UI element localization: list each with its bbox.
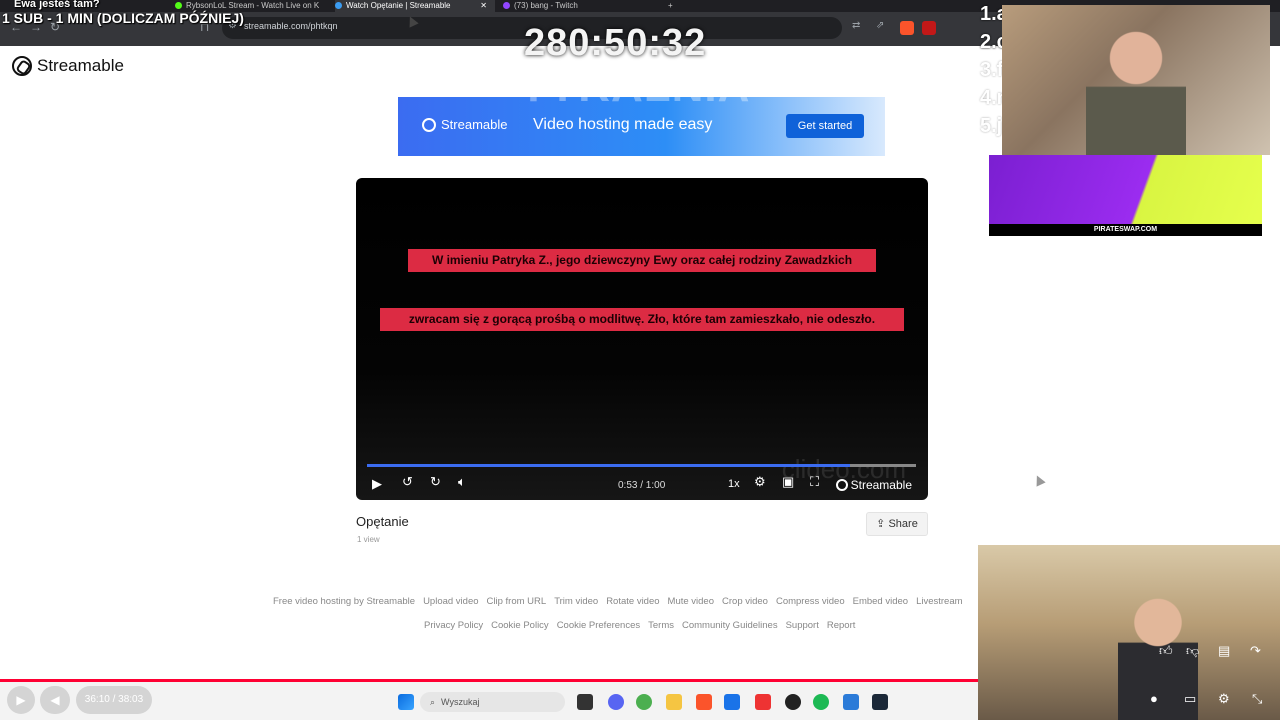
share-icon: ⇪	[876, 518, 889, 530]
captions-icon[interactable]: ▭	[1184, 691, 1196, 707]
footer-link[interactable]: Free video hosting by Streamable	[273, 596, 415, 607]
player-brand[interactable]: Streamable	[835, 478, 912, 492]
footer-link[interactable]: Clip from URL	[487, 596, 547, 607]
tab-twitch[interactable]: (73) bang - Twitch	[503, 0, 663, 12]
streamable-logo-icon	[422, 117, 436, 132]
close-tab-icon[interactable]: ✕	[480, 0, 487, 11]
notepad-icon[interactable]	[843, 694, 859, 710]
ad-footer-text: PIRATESWAP.COM	[989, 224, 1262, 236]
video-progress-fill	[367, 464, 851, 467]
volume-icon[interactable]: 🔈︎	[458, 474, 466, 490]
pip-icon[interactable]: ▣	[782, 474, 794, 490]
banner-tagline: Video hosting made easy	[533, 116, 713, 133]
task-view-icon[interactable]	[577, 694, 593, 710]
play-icon[interactable]: ▶	[372, 476, 382, 492]
windows-start-icon[interactable]	[398, 694, 414, 710]
video-player[interactable]: W imieniu Patryka Z., jego dziewczyny Ew…	[356, 178, 928, 500]
dislike-icon[interactable]: 👎︎	[1186, 643, 1199, 659]
brave-icon[interactable]	[696, 694, 712, 710]
search-icon: ⌕	[430, 697, 436, 707]
extension-icon[interactable]	[922, 21, 936, 35]
comment-icon[interactable]: ▤	[1218, 643, 1230, 659]
forward-10-icon[interactable]: ↻	[430, 474, 441, 490]
webcam-streamer	[1002, 5, 1270, 155]
streamer-person	[1086, 23, 1186, 155]
footer-link[interactable]: Mute video	[668, 596, 714, 607]
video-title: Opętanie	[356, 514, 409, 529]
tab-streamable[interactable]: Watch Opętanie | Streamable ✕	[335, 0, 495, 12]
webcam-reactor: 👍︎ 👎︎ ▤ ↷ ● ▭ ⚙ ⤡	[978, 545, 1280, 720]
fullscreen-icon[interactable]: ⛶	[810, 474, 819, 490]
chrome-icon[interactable]	[636, 694, 652, 710]
footer-link[interactable]: Crop video	[722, 596, 768, 607]
streamable-logo-icon	[835, 479, 848, 491]
footer-link[interactable]: Upload video	[423, 596, 478, 607]
share-button[interactable]: ⇪ Share	[866, 512, 928, 536]
alert-text: Ewa jesteś tam?	[14, 0, 100, 10]
spotify-icon[interactable]	[813, 694, 829, 710]
get-started-button[interactable]: Get started	[786, 114, 864, 138]
footer-link[interactable]: Rotate video	[606, 596, 659, 607]
taskbar-search[interactable]: ⌕ Wyszukaj	[420, 692, 565, 712]
subtitle-line-2: zwracam się z gorącą prośbą o modlitwę. …	[380, 308, 904, 331]
vod-volume-button[interactable]: ◀	[40, 686, 70, 714]
app-icon[interactable]	[755, 694, 771, 710]
streamable-logo[interactable]: Streamable	[12, 56, 124, 76]
footer-link[interactable]: Privacy Policy	[424, 620, 483, 631]
translate-icon[interactable]: ⇄	[852, 20, 860, 31]
mouse-cursor-2	[1032, 473, 1046, 487]
footer-link[interactable]: Terms	[648, 620, 674, 631]
video-time: 0:53 / 1:00	[618, 480, 666, 491]
subathon-timer: 280:50:32	[524, 22, 707, 64]
view-count: 1 view	[357, 535, 380, 544]
vod-play-button[interactable]: ▶	[7, 686, 35, 714]
autoplay-toggle-icon[interactable]: ●	[1150, 691, 1158, 706]
video-progress-bar[interactable]	[367, 464, 916, 467]
streamable-logo-icon	[12, 56, 32, 76]
like-icon[interactable]: 👍︎	[1159, 643, 1173, 659]
footer-link[interactable]: Cookie Preferences	[557, 620, 640, 631]
subtitle-line-1: W imieniu Patryka Z., jego dziewczyny Ew…	[408, 249, 876, 272]
footer-link[interactable]: Embed video	[853, 596, 908, 607]
store-icon[interactable]	[724, 694, 740, 710]
footer-link[interactable]: Trim video	[554, 596, 598, 607]
windows-taskbar: ▶ ◀ 36:10 / 38:03 ⌕ Wyszukaj	[0, 682, 978, 720]
banner-logo: Streamable	[422, 117, 507, 132]
kick-icon	[175, 2, 182, 9]
discord-icon[interactable]	[608, 694, 624, 710]
timer-label: TYRALNIA	[520, 62, 751, 111]
footer-link[interactable]: Livestream	[916, 596, 962, 607]
vod-time: 36:10 / 38:03	[76, 686, 152, 714]
pirateswap-ad: PIRATESWAP.COM	[989, 155, 1262, 236]
steam-icon[interactable]	[872, 694, 888, 710]
twitch-icon	[503, 2, 510, 9]
footer-links-primary: Free video hosting by Streamable Upload v…	[273, 596, 971, 607]
fullscreen-icon[interactable]: ⤡	[1252, 691, 1262, 707]
footer-link[interactable]: Compress video	[776, 596, 845, 607]
share-arrow-icon[interactable]: ↷	[1250, 643, 1261, 659]
footer-links-secondary: Privacy Policy Cookie Policy Cookie Prefer…	[424, 620, 863, 631]
share-page-icon[interactable]: ⇗	[876, 20, 884, 31]
brave-shield-icon[interactable]	[900, 21, 914, 35]
footer-link[interactable]: Community Guidelines	[682, 620, 778, 631]
footer-link[interactable]: Support	[786, 620, 819, 631]
footer-link[interactable]: Report	[827, 620, 856, 631]
footer-link[interactable]: Cookie Policy	[491, 620, 549, 631]
rewind-icon[interactable]: ↺	[402, 474, 413, 490]
file-explorer-icon[interactable]	[666, 694, 682, 710]
obs-icon[interactable]	[785, 694, 801, 710]
streamable-icon	[335, 2, 342, 9]
speed-button[interactable]: 1x	[728, 478, 740, 490]
settings-icon[interactable]: ⚙	[1218, 691, 1230, 707]
new-tab-icon[interactable]: +	[668, 0, 673, 12]
sub-rule-text: 1 SUB - 1 MIN (DOLICZAM PÓŹNIEJ)	[2, 10, 244, 26]
settings-icon[interactable]: ⚙	[754, 474, 766, 490]
